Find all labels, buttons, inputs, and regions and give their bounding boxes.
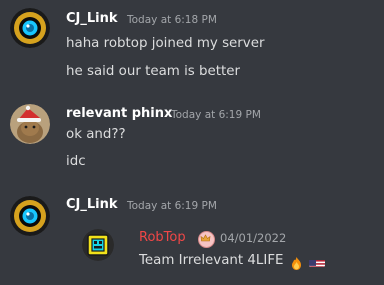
us-flag-emoji-icon — [309, 256, 325, 267]
cat-santa-hat-avatar-icon — [10, 104, 50, 144]
timestamp: Today at 6:19 PM — [127, 200, 217, 212]
username[interactable]: relevant phinx — [66, 106, 172, 121]
timestamp: Today at 6:18 PM — [127, 14, 217, 26]
message-text: ok and?? — [66, 127, 126, 142]
avatar[interactable] — [10, 104, 50, 144]
gd-cube-avatar-icon — [82, 229, 114, 261]
embed-avatar[interactable] — [82, 229, 114, 261]
message-text: idc — [66, 154, 86, 169]
crown-icon — [198, 231, 215, 248]
avatar[interactable] — [10, 196, 50, 236]
embed-date: 04/01/2022 — [220, 231, 287, 245]
timestamp: Today at 6:19 PM — [171, 109, 261, 121]
embed-author[interactable]: RobTop — [139, 230, 186, 245]
gd-eye-avatar-icon — [10, 8, 50, 48]
username[interactable]: CJ_Link — [66, 11, 118, 26]
embed-text: Team Irrelevant 4LIFE — [139, 253, 284, 268]
username[interactable]: CJ_Link — [66, 197, 118, 212]
avatar[interactable] — [10, 8, 50, 48]
message-text: he said our team is better — [66, 64, 241, 79]
gd-eye-avatar-icon — [10, 196, 50, 236]
message-text: haha robtop joined my server — [66, 36, 265, 51]
fire-emoji-icon — [291, 255, 302, 270]
